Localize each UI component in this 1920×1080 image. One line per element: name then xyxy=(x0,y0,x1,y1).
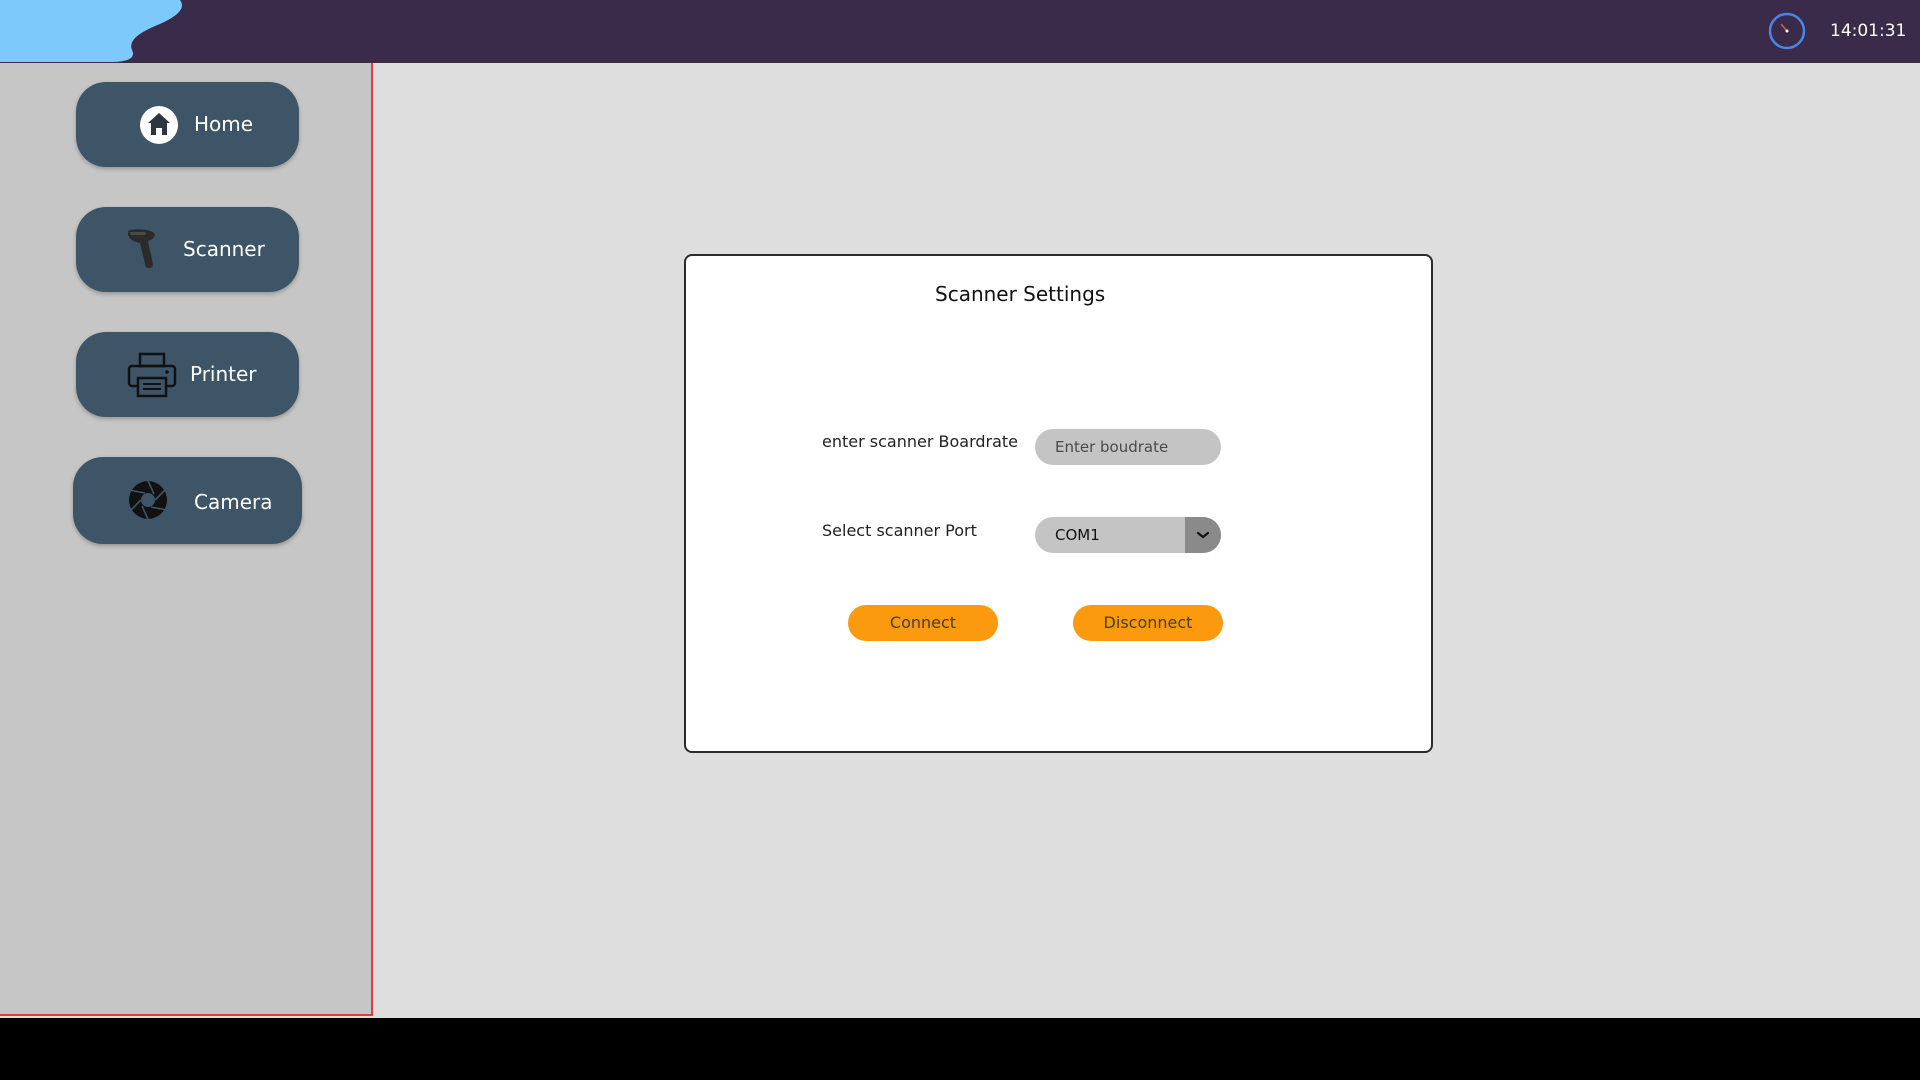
port-label: Select scanner Port xyxy=(822,521,977,540)
disconnect-button[interactable]: Disconnect xyxy=(1073,605,1223,641)
app-window: 14:01:31 Home Scanner Printer Camera Sca… xyxy=(0,0,1920,1018)
clock-time: 14:01:31 xyxy=(1830,21,1907,41)
connect-button[interactable]: Connect xyxy=(848,605,998,641)
sidebar-item-home[interactable]: Home xyxy=(76,82,299,167)
port-select[interactable]: COM1 xyxy=(1035,517,1221,553)
sidebar-item-label: Camera xyxy=(194,490,273,514)
barcode-scanner-icon xyxy=(128,229,155,269)
home-icon xyxy=(140,106,178,144)
sidebar-item-label: Printer xyxy=(190,362,257,386)
clock-icon xyxy=(1768,12,1806,50)
dropdown-toggle[interactable] xyxy=(1185,517,1221,553)
sidebar-item-scanner[interactable]: Scanner xyxy=(76,207,299,292)
sidebar: Home Scanner Printer Camera xyxy=(0,63,373,1016)
scanner-settings-panel: Scanner Settings enter scanner Boardrate… xyxy=(684,254,1433,753)
sidebar-item-camera[interactable]: Camera xyxy=(73,457,302,544)
camera-aperture-icon xyxy=(129,480,167,520)
sidebar-item-label: Scanner xyxy=(183,237,265,261)
baudrate-input[interactable] xyxy=(1035,429,1221,465)
baudrate-label: enter scanner Boardrate xyxy=(822,432,1019,451)
port-selected-value: COM1 xyxy=(1055,526,1100,544)
top-bar: 14:01:31 xyxy=(0,0,1920,63)
sidebar-item-printer[interactable]: Printer xyxy=(76,332,299,417)
logo xyxy=(0,0,182,62)
chevron-down-icon xyxy=(1196,531,1210,539)
sidebar-item-label: Home xyxy=(194,112,254,136)
printer-icon xyxy=(127,352,177,398)
panel-title: Scanner Settings xyxy=(935,282,1106,306)
